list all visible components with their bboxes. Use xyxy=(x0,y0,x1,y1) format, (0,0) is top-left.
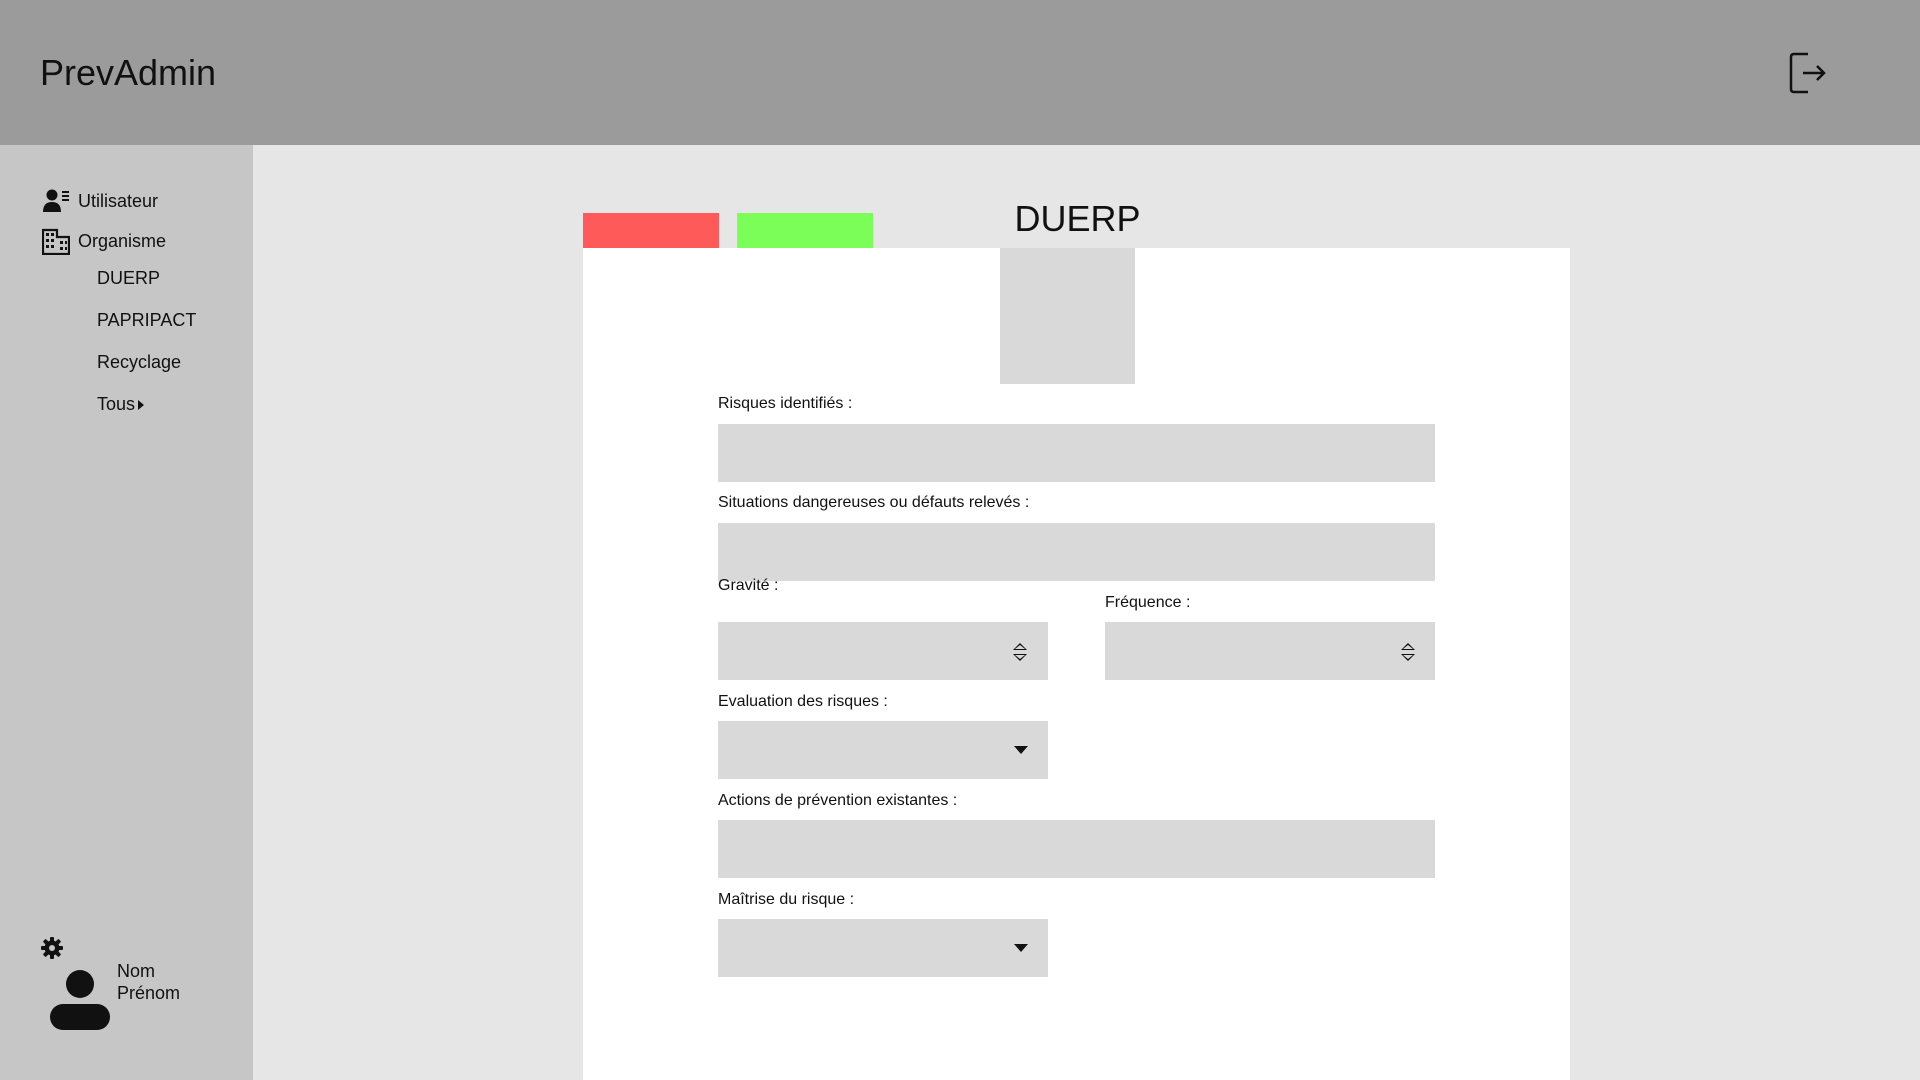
stepper-arrows-icon[interactable] xyxy=(1012,642,1028,662)
situations-label: Situations dangereuses ou défauts relevé… xyxy=(718,494,1030,511)
header-bar: PrevAdmin xyxy=(0,0,1920,145)
user-last-name: Nom xyxy=(117,961,156,981)
sidebar-subitem-tous[interactable]: Tous xyxy=(97,394,145,415)
evaluation-label: Evaluation des risques : xyxy=(718,693,888,710)
sidebar-item-label: Utilisateur xyxy=(78,190,159,211)
sidebar-item-utilisateur[interactable]: Utilisateur xyxy=(42,187,158,215)
frequence-stepper[interactable] xyxy=(1105,622,1435,680)
gravite-label: Gravité : xyxy=(718,577,779,594)
user-list-icon xyxy=(42,187,70,215)
building-icon xyxy=(41,227,71,256)
risques-label: Risques identifiés : xyxy=(718,395,853,412)
settings-button[interactable] xyxy=(40,936,64,960)
actions-input[interactable] xyxy=(718,820,1435,878)
maitrise-label: Maîtrise du risque : xyxy=(718,891,855,908)
gravite-stepper[interactable] xyxy=(718,622,1048,680)
logout-icon xyxy=(1789,52,1826,94)
frequence-label: Fréquence : xyxy=(1105,594,1191,611)
sidebar-item-label: Organisme xyxy=(78,230,167,251)
sidebar-subitem-label: Tous xyxy=(97,394,136,414)
caret-right-icon xyxy=(138,400,145,411)
user-name: Nom Prénom xyxy=(117,960,180,1004)
sidebar-subitem-papripact[interactable]: PAPRIPACT xyxy=(97,310,196,331)
app-title: PrevAdmin xyxy=(40,52,217,93)
logout-button[interactable] xyxy=(1788,50,1828,96)
sidebar-subitem-recyclage[interactable]: Recyclage xyxy=(97,352,181,373)
red-tab-button[interactable] xyxy=(583,213,719,248)
image-placeholder xyxy=(1000,248,1135,384)
sidebar-subitem-duerp[interactable]: DUERP xyxy=(97,268,160,289)
sidebar: Utilisateur Organisme DUERP PAPRIPACT Re… xyxy=(0,145,253,1080)
risques-input[interactable] xyxy=(718,424,1435,482)
avatar xyxy=(48,968,112,1032)
actions-label: Actions de prévention existantes : xyxy=(718,792,958,809)
user-first-name: Prénom xyxy=(117,983,181,1003)
sidebar-item-organisme[interactable]: Organisme xyxy=(41,227,167,256)
chevron-down-icon xyxy=(1014,746,1028,754)
stepper-arrows-icon[interactable] xyxy=(1400,642,1416,662)
chevron-down-icon xyxy=(1014,944,1028,952)
maitrise-select[interactable] xyxy=(718,919,1048,977)
green-tab-button[interactable] xyxy=(737,213,873,248)
evaluation-select[interactable] xyxy=(718,721,1048,779)
user-avatar-icon xyxy=(50,970,110,1030)
situations-input[interactable] xyxy=(718,523,1435,581)
page-title: DUERP xyxy=(1014,198,1141,239)
gear-icon xyxy=(41,937,63,959)
